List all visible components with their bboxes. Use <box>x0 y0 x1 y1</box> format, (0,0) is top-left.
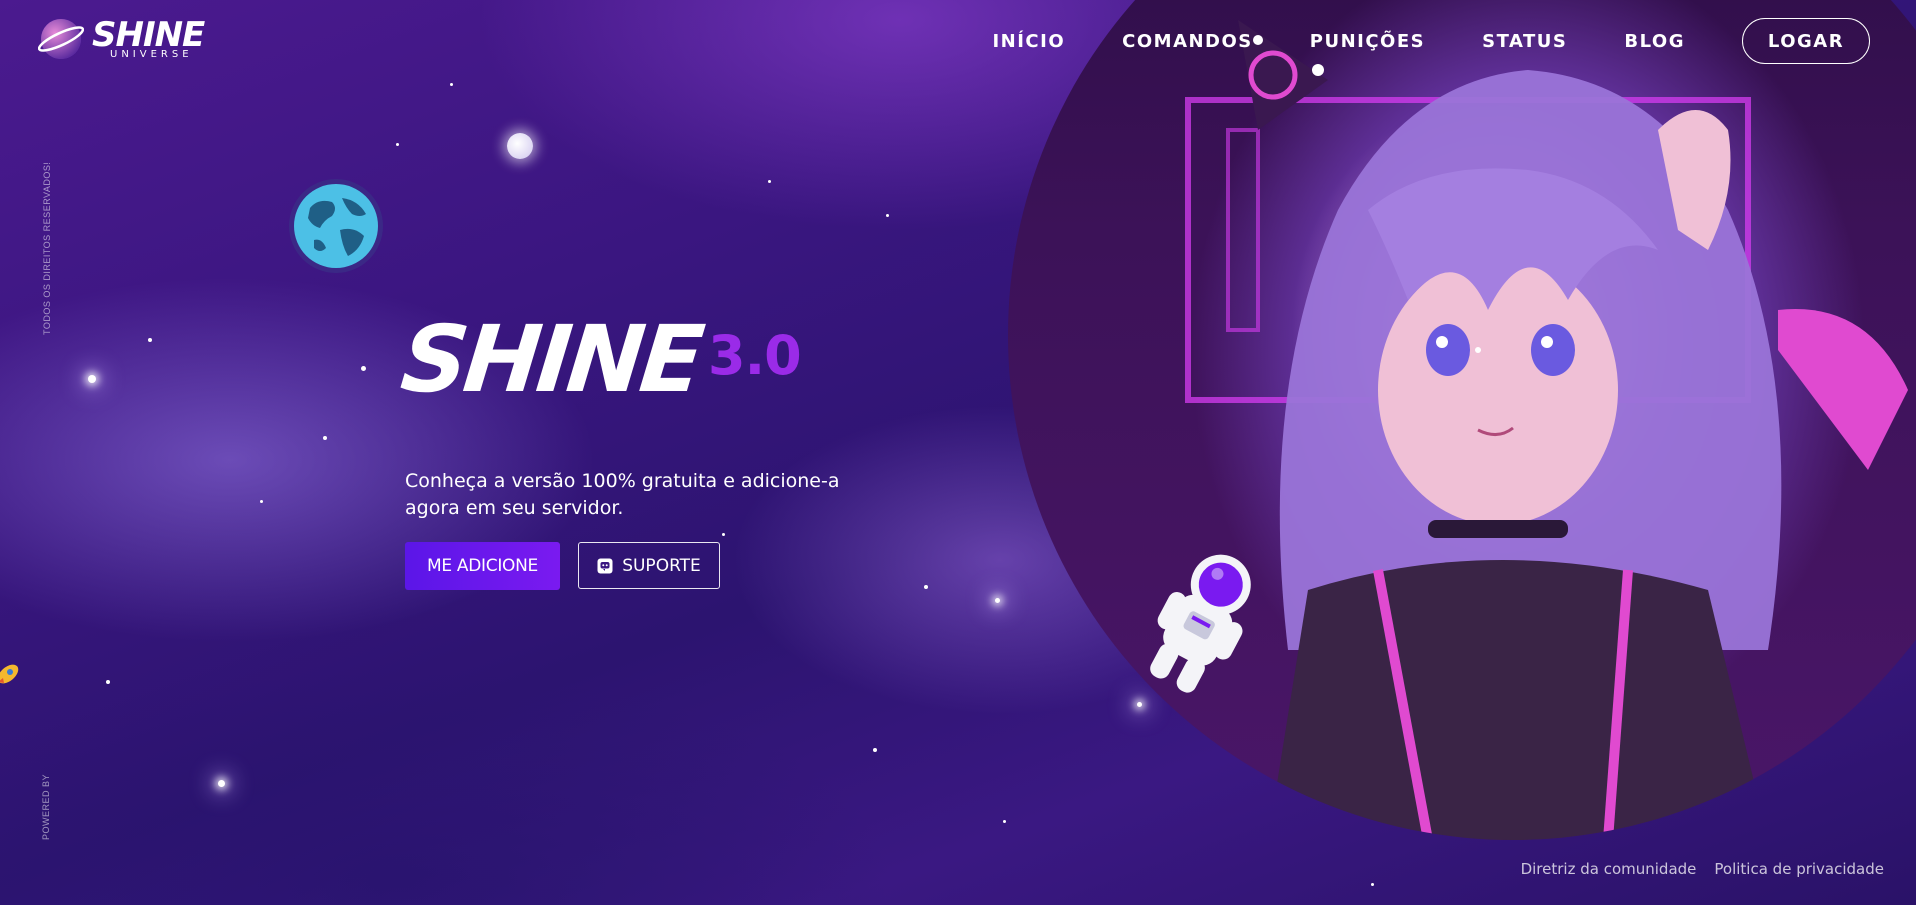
hero-character-image <box>1008 0 1916 840</box>
community-guidelines-link[interactable]: Diretriz da comunidade <box>1521 860 1697 878</box>
logo-subtitle: UNIVERSE <box>110 49 193 60</box>
star-decoration <box>88 375 96 383</box>
support-button[interactable]: SUPORTE <box>578 542 720 589</box>
star-decoration <box>995 598 1000 603</box>
star-decoration <box>396 143 399 146</box>
star-decoration <box>924 585 928 589</box>
star-decoration <box>1137 702 1142 707</box>
nav-link-blog[interactable]: BLOG <box>1624 31 1685 52</box>
star-decoration <box>873 748 877 752</box>
moon-decoration <box>507 133 533 159</box>
hero-wordmark: SHINE <box>396 306 706 413</box>
star-decoration <box>886 214 889 217</box>
main-nav: INÍCIO COMANDOS PUNIÇÕES STATUS BLOG LOG… <box>992 18 1870 64</box>
star-decoration <box>1003 820 1006 823</box>
add-bot-button[interactable]: ME ADICIONE <box>405 542 560 590</box>
hero-tagline: Conheça a versão 100% gratuita e adicion… <box>405 470 840 519</box>
nav-link-status[interactable]: STATUS <box>1482 31 1567 52</box>
hero-version: 3.0 <box>708 324 802 387</box>
planet-logo-icon <box>38 19 84 59</box>
star-decoration <box>218 780 225 787</box>
star-decoration <box>260 500 263 503</box>
earth-planet-decoration <box>289 179 383 273</box>
astronaut-decoration <box>1150 554 1251 693</box>
nav-link-punicoes[interactable]: PUNIÇÕES <box>1310 31 1425 52</box>
star-decoration <box>148 338 152 342</box>
star-decoration <box>106 680 110 684</box>
character-illustration <box>1185 20 1908 840</box>
star-decoration <box>323 436 327 440</box>
hero-trademark: ™ <box>690 326 702 340</box>
rights-reserved-text: TODOS OS DIREITOS RESERVADOS! <box>42 161 52 335</box>
rocket-decoration <box>0 664 19 684</box>
star-decoration <box>450 83 453 86</box>
footer-links: Diretriz da comunidade Politica de priva… <box>1503 860 1884 878</box>
star-decoration <box>768 180 771 183</box>
logo-wordmark: SHINE <box>92 15 205 55</box>
star-decoration <box>361 366 366 371</box>
hero-brand: SHINE ™ 3.0 <box>396 306 801 413</box>
nav-link-inicio[interactable]: INÍCIO <box>992 31 1065 52</box>
support-button-label: SUPORTE <box>622 555 701 576</box>
page-background: SHINE UNIVERSE TODOS OS DIREITOS RESERVA… <box>0 0 1916 905</box>
discord-icon <box>597 558 613 573</box>
privacy-policy-link[interactable]: Politica de privacidade <box>1714 860 1884 878</box>
nav-link-comandos[interactable]: COMANDOS <box>1122 31 1253 52</box>
logo[interactable]: SHINE UNIVERSE <box>38 15 205 62</box>
login-button[interactable]: LOGAR <box>1742 18 1870 64</box>
powered-by-text: POWERED BY <box>41 773 51 840</box>
star-decoration <box>722 533 725 536</box>
star-decoration <box>1371 883 1374 886</box>
